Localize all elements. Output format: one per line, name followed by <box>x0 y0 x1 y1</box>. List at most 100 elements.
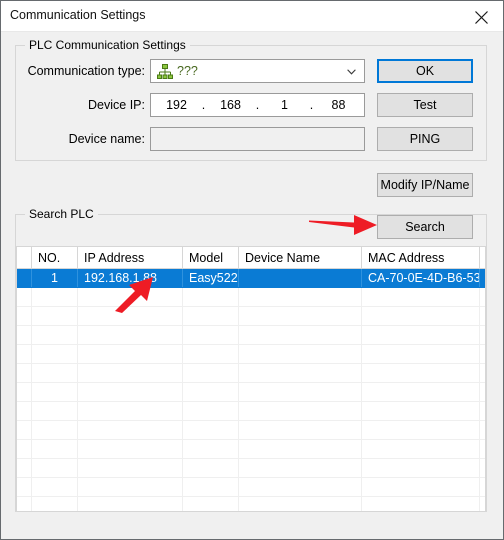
communication-type-value: ??? <box>177 64 198 78</box>
ip-separator-1: . <box>201 98 206 112</box>
cell-empty <box>480 288 485 306</box>
cell-empty <box>78 383 183 401</box>
cell-empty <box>480 440 485 458</box>
cell-empty <box>183 478 239 496</box>
table-empty-rows <box>17 288 485 511</box>
cell-empty <box>32 402 78 420</box>
table-row-empty[interactable] <box>17 459 485 478</box>
header-no[interactable]: NO. <box>32 247 78 268</box>
table-row[interactable]: 1 192.168.1.88 Easy522 CA-70-0E-4D-B6-53 <box>17 269 485 288</box>
cell-empty <box>17 421 32 439</box>
table-row-empty[interactable] <box>17 440 485 459</box>
header-ip-address[interactable]: IP Address <box>78 247 183 268</box>
ip-separator-2: . <box>255 98 260 112</box>
cell-empty <box>78 440 183 458</box>
ip-octet-1[interactable]: 192 <box>157 98 197 112</box>
row-selector-cell[interactable] <box>17 269 32 287</box>
cell-empty <box>32 497 78 511</box>
ok-button[interactable]: OK <box>377 59 473 83</box>
cell-empty <box>183 288 239 306</box>
cell-empty <box>32 288 78 306</box>
ping-button[interactable]: PING <box>377 127 473 151</box>
cell-empty <box>32 364 78 382</box>
table-row-empty[interactable] <box>17 497 485 511</box>
cell-empty <box>17 288 32 306</box>
ip-octet-4[interactable]: 88 <box>319 98 359 112</box>
cell-empty <box>78 288 183 306</box>
header-mac-address[interactable]: MAC Address <box>362 247 480 268</box>
cell-model: Easy522 <box>183 269 239 287</box>
cell-tail <box>480 269 485 287</box>
cell-empty <box>362 326 480 344</box>
cell-empty <box>362 402 480 420</box>
cell-empty <box>480 497 485 511</box>
cell-empty <box>362 459 480 477</box>
cell-no: 1 <box>32 269 78 287</box>
ip-octet-3[interactable]: 1 <box>265 98 305 112</box>
cell-empty <box>17 440 32 458</box>
device-name-label: Device name: <box>68 132 145 146</box>
cell-empty <box>78 478 183 496</box>
cell-empty <box>362 288 480 306</box>
cell-empty <box>32 307 78 325</box>
table-row-empty[interactable] <box>17 364 485 383</box>
cell-empty <box>239 440 362 458</box>
cell-empty <box>183 345 239 363</box>
table-row-empty[interactable] <box>17 345 485 364</box>
communication-type-combobox[interactable]: ??? <box>150 59 365 83</box>
cell-empty <box>480 307 485 325</box>
window-title: Communication Settings <box>10 8 146 22</box>
cell-empty <box>17 383 32 401</box>
plc-search-results-table[interactable]: NO. IP Address Model Device Name MAC Add… <box>16 246 486 512</box>
cell-empty <box>183 402 239 420</box>
device-ip-label: Device IP: <box>88 98 145 112</box>
network-tree-icon <box>157 64 173 79</box>
cell-empty <box>32 478 78 496</box>
cell-empty <box>480 478 485 496</box>
table-row-empty[interactable] <box>17 307 485 326</box>
cell-empty <box>32 421 78 439</box>
device-name-input[interactable] <box>150 127 365 151</box>
modify-ip-name-button[interactable]: Modify IP/Name <box>377 173 473 197</box>
table-row-empty[interactable] <box>17 402 485 421</box>
cell-empty <box>183 421 239 439</box>
cell-empty <box>183 307 239 325</box>
table-row-empty[interactable] <box>17 383 485 402</box>
cell-empty <box>239 383 362 401</box>
table-row-empty[interactable] <box>17 288 485 307</box>
search-button[interactable]: Search <box>377 215 473 239</box>
cell-empty <box>17 345 32 363</box>
cell-empty <box>239 326 362 344</box>
cell-empty <box>183 326 239 344</box>
cell-empty <box>32 326 78 344</box>
cell-empty <box>480 383 485 401</box>
header-device-name[interactable]: Device Name <box>239 247 362 268</box>
device-ip-input[interactable]: 192 . 168 . 1 . 88 <box>150 93 365 117</box>
cell-empty <box>183 383 239 401</box>
cell-empty <box>183 497 239 511</box>
cell-empty <box>78 345 183 363</box>
table-row-empty[interactable] <box>17 478 485 497</box>
cell-empty <box>239 345 362 363</box>
cell-empty <box>362 307 480 325</box>
table-row-empty[interactable] <box>17 326 485 345</box>
ip-octet-2[interactable]: 168 <box>211 98 251 112</box>
cell-empty <box>362 440 480 458</box>
header-selector-cell <box>17 247 32 268</box>
table-row-empty[interactable] <box>17 421 485 440</box>
cell-empty <box>239 497 362 511</box>
cell-mac-address: CA-70-0E-4D-B6-53 <box>362 269 480 287</box>
cell-empty <box>17 497 32 511</box>
table-header-row: NO. IP Address Model Device Name MAC Add… <box>17 247 485 269</box>
close-icon[interactable] <box>459 1 503 30</box>
cell-empty <box>78 364 183 382</box>
test-button[interactable]: Test <box>377 93 473 117</box>
communication-type-label: Communication type: <box>27 64 145 78</box>
cell-empty <box>183 459 239 477</box>
cell-empty <box>362 345 480 363</box>
ip-separator-3: . <box>309 98 314 112</box>
cell-ip-address: 192.168.1.88 <box>78 269 183 287</box>
header-model[interactable]: Model <box>183 247 239 268</box>
cell-empty <box>239 288 362 306</box>
search-group-title: Search PLC <box>25 207 98 221</box>
